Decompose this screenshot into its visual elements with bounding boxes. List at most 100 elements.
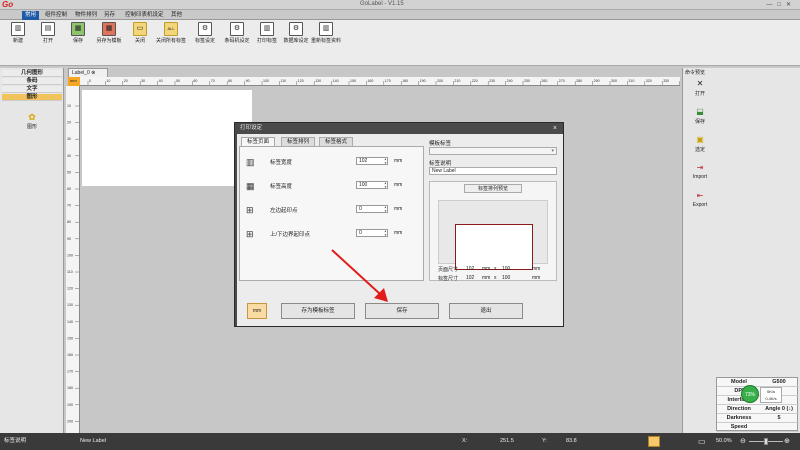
ruler-tick-label: 140: [67, 320, 73, 324]
printer-setup-button[interactable]: ⚙ 条码机设定: [221, 22, 253, 62]
ruler-tick-label: 80: [67, 220, 71, 224]
ruler-tick-label: 160: [367, 79, 373, 83]
tab-label-format[interactable]: 标签格式: [319, 137, 354, 146]
database-button[interactable]: ⚙ 数据库设定: [280, 22, 312, 62]
command-panel-title: 命令预览: [685, 70, 706, 76]
field-label-height: ▦ 标签高度 100 ▲ ▼ mm: [246, 181, 403, 191]
save-icon: ⬓: [696, 107, 704, 116]
ruler-tick-label: 120: [298, 79, 304, 83]
zoom-in-icon[interactable]: ⊕: [784, 433, 790, 450]
window-controls[interactable]: —□✕: [766, 1, 796, 8]
menu-tab-printer[interactable]: 控制印表机设定: [122, 11, 167, 20]
category-shapes[interactable]: 几何图形: [2, 70, 62, 77]
ruler-tick-label: 180: [402, 79, 408, 83]
cmd-import-button[interactable]: ⇥ Import: [687, 162, 713, 188]
x-value: 251.5: [500, 438, 514, 444]
ruler-tick-label: 220: [472, 79, 478, 83]
ruler-tick-label: 320: [646, 79, 652, 83]
print-icon: ▥: [260, 22, 274, 36]
ruler-tick-label: 20: [124, 79, 128, 83]
spinner-icon[interactable]: ▲ ▼: [384, 157, 388, 165]
menu-tab-saveas[interactable]: 另存: [101, 11, 118, 20]
ruler-tick-label: 170: [385, 79, 391, 83]
cmd-select-button[interactable]: ▣ 选定: [687, 134, 713, 160]
ruler-tick-label: 90: [246, 79, 250, 83]
menu-tab-other[interactable]: 其他: [168, 11, 185, 20]
grid-toggle-icon[interactable]: [648, 436, 660, 447]
ribbon-toolbar: ▥ 新建 ▤ 打开 ▦ 保存 ▦ 另存为模板 ▭ 关闭 ALL 关闭所有标签 ⚙ 标签设定 ⚙…: [0, 20, 800, 66]
category-text[interactable]: 文字: [2, 86, 62, 93]
zoom-out-icon[interactable]: ⊖: [740, 433, 746, 450]
dialog-exit-button[interactable]: 退出: [449, 303, 523, 319]
tab-label-page[interactable]: 标签页面: [241, 137, 276, 146]
dialog-save-button[interactable]: 保存: [365, 303, 439, 319]
ruler-tick-label: 10: [106, 79, 110, 83]
close-all-button[interactable]: ALL 关闭所有标签: [155, 22, 187, 62]
image-tool[interactable]: ✿ 图形: [22, 112, 42, 130]
image-icon: ✿: [28, 112, 36, 122]
info-row-direction: Direction Angle 0 (↓): [717, 405, 799, 414]
open-button[interactable]: ▤ 打开: [32, 22, 64, 62]
tab-label-arrange[interactable]: 标签排列: [281, 137, 316, 146]
export-icon: ⇤: [696, 191, 704, 200]
spinner-icon[interactable]: ▲ ▼: [384, 181, 388, 189]
ruler-unit: mm: [68, 77, 80, 86]
ruler-tick-label: 210: [454, 79, 460, 83]
description-input[interactable]: New Label: [429, 167, 557, 175]
print-button[interactable]: ▥ 打印标签: [251, 22, 283, 62]
zoom-slider[interactable]: ⊖ ⊕: [740, 438, 792, 445]
cmd-save-button[interactable]: ⬓ 保存: [687, 106, 713, 132]
import-icon: ⇥: [696, 163, 704, 172]
page-icon: ▭: [698, 437, 706, 446]
save-button[interactable]: ▦ 保存: [62, 22, 94, 62]
new-button[interactable]: ▥ 新建: [2, 22, 34, 62]
spinner-icon[interactable]: ▲ ▼: [384, 205, 388, 213]
app-title: GoLabel - V1.15: [360, 1, 404, 7]
status-label: 标签说明: [4, 438, 27, 444]
document-tab[interactable]: Label_0 ⊗: [68, 68, 108, 77]
menu-tab-common[interactable]: 常用: [22, 11, 40, 20]
cmd-open-button[interactable]: ✕ 打开: [687, 78, 713, 104]
ruler-tick-label: 60: [67, 187, 71, 191]
ruler-tick-label: 200: [437, 79, 443, 83]
cmd-export-button[interactable]: ⇤ Export: [687, 190, 713, 216]
category-image[interactable]: 图形: [2, 94, 62, 101]
menu-tab-component[interactable]: 组件控制: [42, 11, 70, 20]
ruler-tick-label: 100: [67, 253, 73, 257]
ruler-tick-label: 10: [67, 104, 71, 108]
ruler-tick-label: 150: [350, 79, 356, 83]
y-label: Y:: [542, 438, 547, 444]
save-as-template-button[interactable]: 存为模板标签: [281, 303, 355, 319]
category-barcode[interactable]: 条码: [2, 78, 62, 85]
ruler-tick-label: 30: [67, 137, 71, 141]
minimize-icon[interactable]: —: [766, 2, 777, 8]
unit-button[interactable]: mm: [247, 303, 267, 319]
ruler-tick-label: 260: [541, 79, 547, 83]
label-canvas[interactable]: [82, 90, 252, 186]
label-setup-button[interactable]: ⚙ 标签设定: [189, 22, 221, 62]
open-folder-icon: ✕: [696, 79, 704, 88]
refresh-data-button[interactable]: ▥ 重新标签资料: [310, 22, 342, 62]
template-select[interactable]: ▾: [429, 147, 557, 155]
close-button[interactable]: ▭ 关闭: [124, 22, 156, 62]
ruler-tick-label: 110: [280, 79, 286, 83]
ruler-tick-label: 240: [507, 79, 513, 83]
close-icon: ▭: [133, 22, 147, 36]
ruler-tick-label: 100: [263, 79, 269, 83]
status-value: New Label: [80, 438, 106, 444]
menu-tab-arrange[interactable]: 物件排列: [72, 11, 100, 20]
save-template-button[interactable]: ▦ 另存为模板: [93, 22, 125, 62]
spinner-icon[interactable]: ▲ ▼: [384, 229, 388, 237]
save-template-icon: ▦: [102, 22, 116, 36]
maximize-icon[interactable]: □: [777, 2, 786, 8]
close-tab-icon[interactable]: ⊗: [91, 70, 95, 76]
left-margin-icon: ⊞: [246, 205, 254, 215]
print-settings-dialog: 打印设定 × 标签页面 标签排列 标签格式 ▥ 标签宽度 102 ▲ ▼ mm ▦…: [234, 122, 564, 327]
dialog-close-icon[interactable]: ×: [553, 124, 557, 133]
close-window-icon[interactable]: ✕: [786, 2, 796, 8]
zoom-level: 50.0%: [716, 438, 732, 444]
open-icon: ▤: [41, 22, 55, 36]
field-label-width: ▥ 标签宽度 102 ▲ ▼ mm: [246, 157, 403, 167]
zoom-slider-thumb[interactable]: [764, 438, 768, 445]
ruler-tick-label: 180: [67, 386, 73, 390]
